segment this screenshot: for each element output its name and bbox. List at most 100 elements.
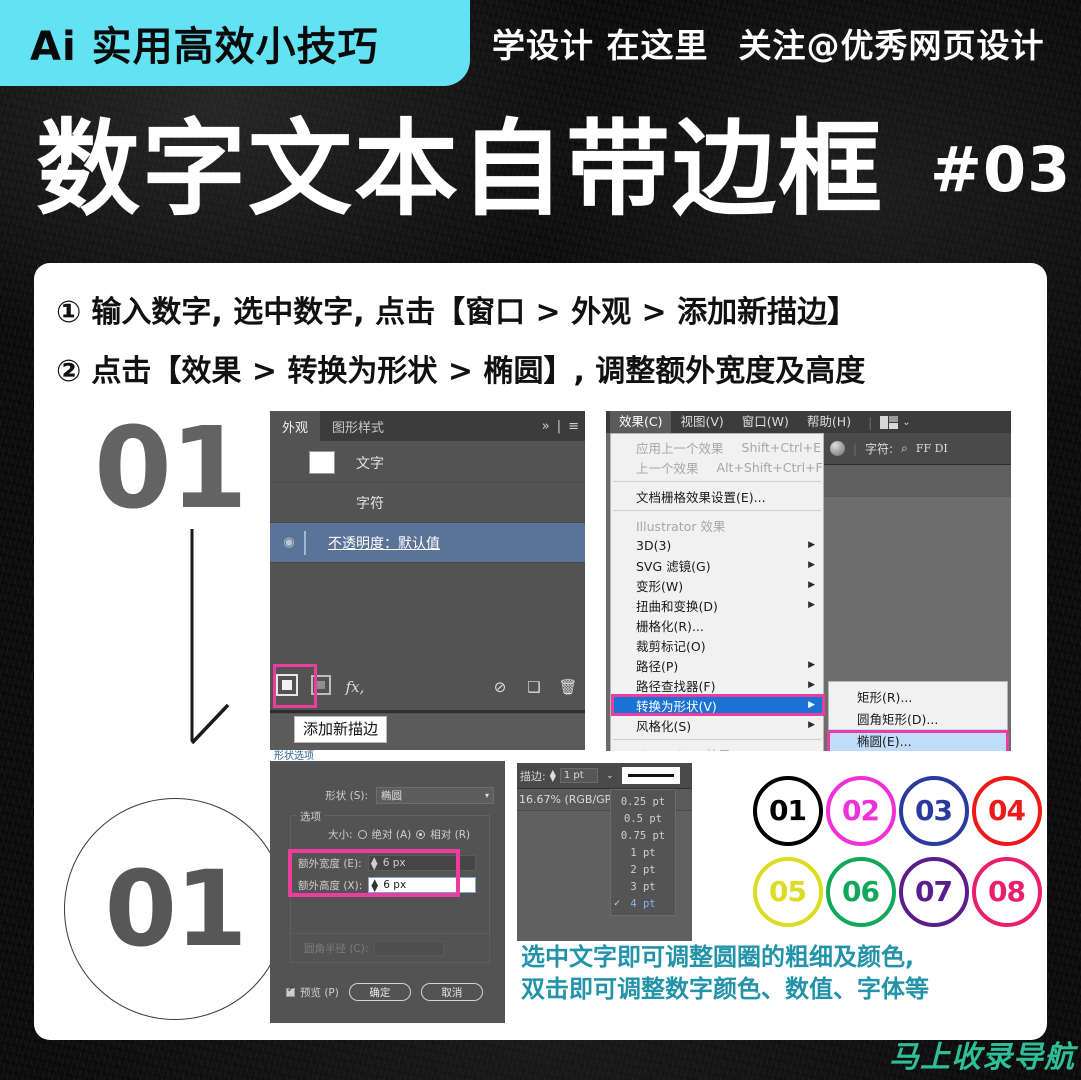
menu-item-shortcut: Shift+Ctrl+E xyxy=(741,439,822,455)
submenu-item-rounded-rectangle[interactable]: 圆角矩形(D)... xyxy=(829,707,1007,729)
menu-item-2[interactable]: 文档栅格效果设置(E)... xyxy=(611,486,823,506)
chevron-down-icon[interactable]: ⌄ xyxy=(902,417,910,428)
menu-item-label: SVG 滤镜(G) xyxy=(636,558,711,574)
appearance-row-label: 文字 xyxy=(356,455,384,472)
menu-item-7[interactable]: 扭曲和变换(D) ▶ xyxy=(611,595,823,615)
numbered-circle-05: 05 xyxy=(752,856,823,927)
menu-item-9[interactable]: 裁剪标记(O) xyxy=(611,635,823,655)
search-icon[interactable]: ⌕ xyxy=(901,441,908,456)
submenu-arrow-icon: ▶ xyxy=(808,720,815,730)
radio-relative[interactable] xyxy=(416,830,426,839)
menu-item-label: 上一个效果 xyxy=(636,460,699,476)
control-bar: | 字符: ⌕ FF DI xyxy=(824,433,1011,465)
stroke-option-2-pt[interactable]: 2 pt xyxy=(611,861,675,878)
fill-swatch-cell[interactable] xyxy=(302,451,342,474)
duplicate-item-icon[interactable]: ❑ xyxy=(517,678,551,696)
menu-item-label: 路径查找器(F) xyxy=(636,678,716,694)
add-new-effect-fx-icon[interactable]: fx, xyxy=(338,678,372,696)
menu-separator xyxy=(613,739,821,740)
preview-checkbox-row[interactable]: 预览 (P) xyxy=(286,985,339,1000)
menu-item-4[interactable]: 3D(3) ▶ xyxy=(611,535,823,555)
corner-radius-row: 圆角半径 (C): xyxy=(304,941,445,956)
menu-separator xyxy=(613,481,821,482)
effect-dropdown-menu: 应用上一个效果 Shift+Ctrl+E 上一个效果 Alt+Shift+Ctrl+F… xyxy=(610,433,825,752)
highlight-box-extra-size-fields xyxy=(288,849,460,897)
appearance-panel-toolbar: fx, ⊘ ❑ 🗑 xyxy=(270,668,585,706)
font-family-value[interactable]: FF DI xyxy=(916,442,948,455)
stroke-weight-input[interactable]: 1 pt xyxy=(559,768,598,783)
stroke-option-0-5-pt[interactable]: 0.5 pt xyxy=(611,810,675,827)
menu-item-12[interactable]: 转换为形状(V) ▶ xyxy=(611,695,823,715)
numbered-circle-04: 04 xyxy=(971,775,1042,846)
stroke-label: 描边: xyxy=(520,769,546,783)
dialog-footer: 预览 (P) 确定 取消 xyxy=(286,983,501,1001)
menu-help[interactable]: 帮助(H) xyxy=(798,411,860,433)
numbered-circle-02: 02 xyxy=(825,775,896,846)
menu-effect[interactable]: 效果(C) xyxy=(610,411,672,433)
collapse-icon[interactable]: » xyxy=(542,419,550,434)
menubar-separator: | xyxy=(868,414,873,430)
menu-view[interactable]: 视图(V) xyxy=(671,411,732,433)
radio-absolute[interactable] xyxy=(357,830,367,839)
shape-select[interactable]: 椭圆 ▾ xyxy=(376,787,494,804)
size-relative-label: 相对 (R) xyxy=(430,829,471,841)
arrow-down-icon xyxy=(190,529,230,745)
submenu-item-rectangle[interactable]: 矩形(R)... xyxy=(829,685,1007,707)
stroke-weight-dropdown-list: 0.25 pt0.5 pt0.75 pt1 pt2 pt3 pt4 pt xyxy=(610,789,676,916)
submenu-arrow-icon: ▶ xyxy=(808,560,815,570)
clear-appearance-icon[interactable]: ⊘ xyxy=(483,678,517,696)
numbered-circles-group: 01 02 03 04 05 06 07 08 xyxy=(752,771,1042,931)
appearance-panel-screenshot: 外观 图形样式 » | ≡ 文字 字符 ◉ 不透明度：默认值 fx, ⊘ ❑ 🗑… xyxy=(270,411,585,750)
brand-label: Ai 实用高效小技巧 xyxy=(30,24,379,70)
menu-window[interactable]: 窗口(W) xyxy=(733,411,798,433)
menu-item-0: 应用上一个效果 Shift+Ctrl+E xyxy=(611,437,823,457)
stroke-option-0-75-pt[interactable]: 0.75 pt xyxy=(611,827,675,844)
stepper-icon[interactable]: ▲ ▼ xyxy=(550,768,556,782)
watermark: 马上收录导航 xyxy=(889,1040,1075,1075)
menu-item-10[interactable]: 路径(P) ▶ xyxy=(611,655,823,675)
menu-item-11[interactable]: 路径查找器(F) ▶ xyxy=(611,675,823,695)
appearance-row-opacity[interactable]: ◉ 不透明度：默认值 xyxy=(270,523,585,563)
appearance-panel-tabs: 外观 图形样式 » | ≡ xyxy=(270,411,585,441)
menu-item-label: Photoshop 效果 xyxy=(636,745,731,752)
workspace-grid-icon[interactable] xyxy=(880,415,899,429)
control-bar-divider: | xyxy=(853,441,858,456)
ok-button[interactable]: 确定 xyxy=(348,983,411,1001)
delete-icon[interactable]: 🗑 xyxy=(551,678,585,696)
visibility-eye-icon[interactable]: ◉ xyxy=(276,535,302,550)
menu-item-label: 扭曲和变换(D) xyxy=(636,598,718,614)
menu-item-label: 转换为形状(V) xyxy=(636,698,717,714)
shape-select-value: 椭圆 xyxy=(381,790,402,802)
bottom-note-line-1: 选中文字即可调整圆圈的粗细及颜色, xyxy=(521,943,915,971)
menu-item-shortcut: Alt+Shift+Ctrl+F xyxy=(716,459,823,475)
tab-graphic-styles[interactable]: 图形样式 xyxy=(320,411,396,441)
stroke-option-3-pt[interactable]: 3 pt xyxy=(611,878,675,895)
bottom-note-line-2: 双击即可调整数字颜色、数值、字体等 xyxy=(521,975,929,1004)
numbered-circle-08: 08 xyxy=(971,856,1042,927)
submenu-item-ellipse[interactable]: 椭圆(E)... xyxy=(829,729,1007,751)
white-fill-swatch xyxy=(309,451,335,474)
illustrator-menubar: 效果(C) 视图(V) 窗口(W) 帮助(H) | ⌄ xyxy=(606,411,1011,433)
panel-rule xyxy=(270,710,585,713)
tab-appearance[interactable]: 外观 xyxy=(270,411,321,441)
stroke-option-1-pt[interactable]: 1 pt xyxy=(611,844,675,861)
menu-item-5[interactable]: SVG 滤镜(G) ▶ xyxy=(611,555,823,575)
menu-item-6[interactable]: 变形(W) ▶ xyxy=(611,575,823,595)
appearance-row-text[interactable]: 文字 xyxy=(270,443,585,483)
brand-chip: Ai 实用高效小技巧 xyxy=(0,0,470,86)
stroke-option-4-pt[interactable]: 4 pt xyxy=(611,895,675,912)
shape-label: 形状 (S): xyxy=(325,790,368,802)
panel-menu-icon[interactable]: ≡ xyxy=(568,419,579,434)
menu-item-label: Illustrator 效果 xyxy=(636,518,726,534)
appearance-row-characters[interactable]: 字符 xyxy=(270,483,585,523)
menu-item-label: 文档栅格效果设置(E)... xyxy=(636,489,766,505)
effects-menu-screenshot: 效果(C) 视图(V) 窗口(W) 帮助(H) | ⌄ | 字符: ⌕ FF D… xyxy=(606,411,1011,751)
stroke-option-0-25-pt[interactable]: 0.25 pt xyxy=(611,793,675,810)
appearance-sphere-icon[interactable] xyxy=(830,441,845,456)
chevron-down-icon[interactable]: ⌄ xyxy=(602,771,618,781)
size-label: 大小: xyxy=(328,829,353,841)
menu-item-8[interactable]: 栅格化(R)... xyxy=(611,615,823,635)
cancel-button[interactable]: 取消 xyxy=(420,983,483,1001)
menu-item-13[interactable]: 风格化(S) ▶ xyxy=(611,715,823,735)
preview-checkbox[interactable] xyxy=(286,985,295,997)
